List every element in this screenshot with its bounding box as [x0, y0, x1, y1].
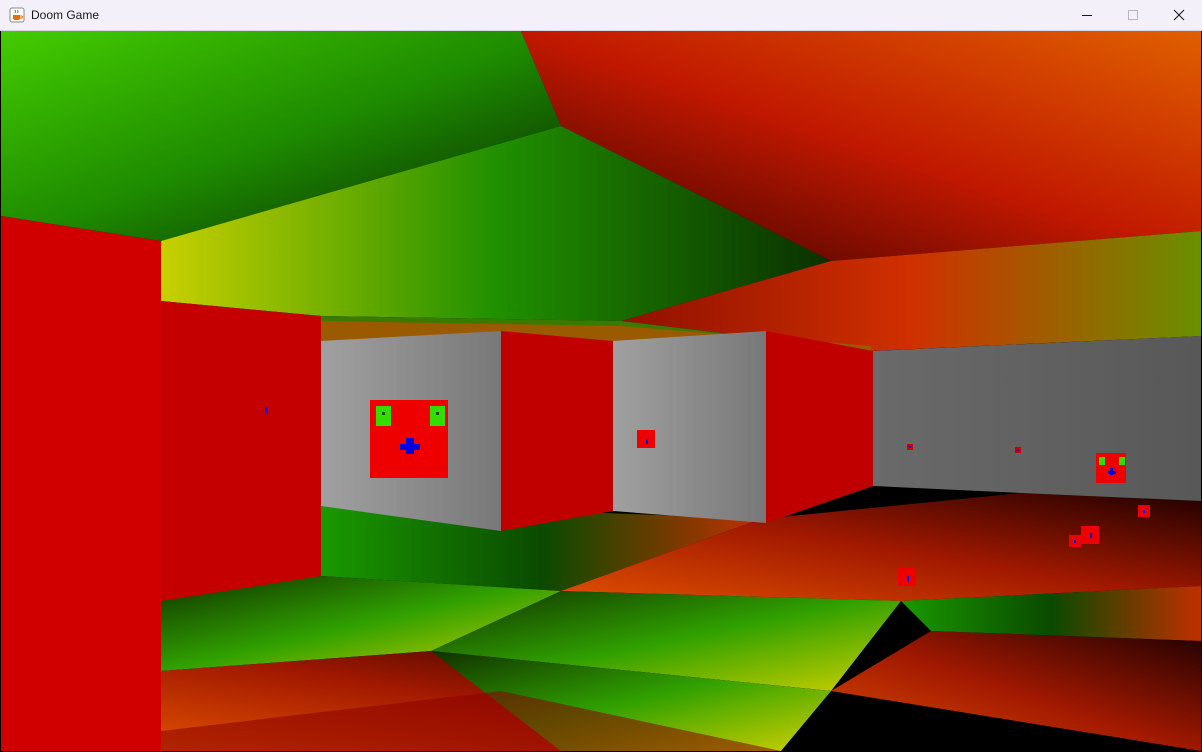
- enemy-sprite[interactable]: [898, 568, 916, 586]
- enemy-sprite[interactable]: [1015, 447, 1021, 453]
- wall-red-pillar-1: [501, 331, 613, 531]
- enemy-sprite[interactable]: [1081, 526, 1099, 544]
- minimize-button[interactable]: [1064, 0, 1110, 30]
- wall-red-pillar-2: [766, 331, 873, 523]
- title-bar[interactable]: Doom Game: [0, 0, 1202, 31]
- enemy-sprite[interactable]: [1138, 505, 1150, 517]
- window-title: Doom Game: [31, 8, 100, 22]
- enemy-sprite[interactable]: [1096, 453, 1126, 483]
- enemy-sprite[interactable]: [370, 400, 448, 478]
- wall-left-mid: [161, 301, 321, 601]
- game-scene: [1, 31, 1201, 751]
- wall-gray-2: [613, 331, 766, 523]
- game-window: Doom Game: [0, 0, 1202, 752]
- enemy-sprite[interactable]: [907, 444, 913, 450]
- minimize-icon: [1082, 15, 1092, 16]
- close-icon: [1173, 9, 1185, 21]
- wall-left-near: [1, 216, 161, 751]
- java-cup-icon: [9, 7, 25, 23]
- maximize-icon: [1128, 10, 1138, 20]
- enemy-sprite[interactable]: [637, 430, 655, 448]
- enemy-sprite[interactable]: [1069, 535, 1081, 547]
- game-viewport[interactable]: [1, 31, 1201, 751]
- maximize-button[interactable]: [1110, 0, 1156, 30]
- close-button[interactable]: [1156, 0, 1202, 30]
- wall-gray-far: [873, 336, 1201, 501]
- wall-marker: [265, 407, 268, 414]
